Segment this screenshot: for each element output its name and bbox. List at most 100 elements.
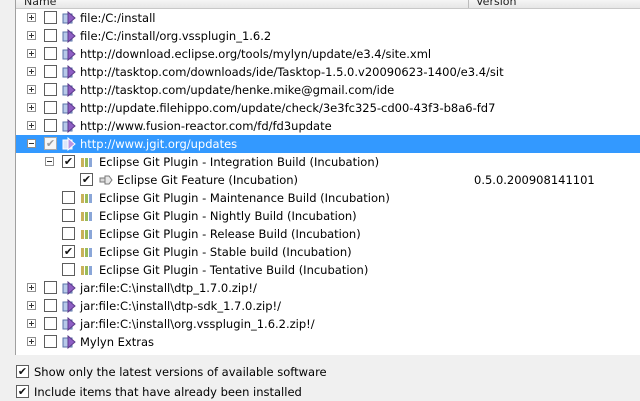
update-site-icon — [62, 101, 76, 115]
site-label: http://www.jgit.org/updates — [80, 137, 238, 151]
name-column-header[interactable]: Name — [24, 0, 56, 8]
site-checkbox[interactable] — [44, 65, 57, 78]
collapse-icon[interactable] — [45, 157, 54, 166]
site-label: jar:file:C:\install\org.vssplugin_1.6.2.… — [80, 317, 315, 331]
site-checkbox-greyed[interactable]: ✔ — [44, 137, 57, 150]
site-label: http://tasktop.com/update/henke.mike@gma… — [80, 83, 395, 97]
update-site-icon — [62, 137, 76, 151]
tree-row-site[interactable]: http://download.eclipse.org/tools/mylyn/… — [16, 45, 640, 63]
expand-icon[interactable] — [27, 283, 36, 292]
category-label: Eclipse Git Plugin - Nightly Build (Incu… — [99, 209, 357, 223]
update-site-icon — [62, 119, 76, 133]
category-icon — [81, 194, 92, 203]
expand-icon[interactable] — [27, 319, 36, 328]
available-software-tree[interactable]: Name Version file:/C:/install file:/C:/i… — [15, 0, 640, 355]
category-label: Eclipse Git Plugin - Tentative Build (In… — [99, 263, 369, 277]
update-site-icon — [62, 281, 76, 295]
update-site-icon — [62, 29, 76, 43]
tree-row-category[interactable]: ✔ Eclipse Git Plugin - Stable build (Inc… — [16, 243, 640, 261]
expand-icon[interactable] — [27, 337, 36, 346]
site-label: http://download.eclipse.org/tools/mylyn/… — [80, 47, 432, 61]
tree-row-site[interactable]: http://tasktop.com/downloads/ide/Tasktop… — [16, 63, 640, 81]
tree-row-site[interactable]: Mylyn Extras — [16, 333, 640, 351]
category-label: Eclipse Git Plugin - Release Build (Incu… — [99, 227, 361, 241]
site-label: Mylyn Extras — [80, 335, 155, 349]
tree-row-category[interactable]: Eclipse Git Plugin - Nightly Build (Incu… — [16, 207, 640, 225]
tree-rows: file:/C:/install file:/C:/install/org.vs… — [16, 9, 640, 351]
tree-row-feature[interactable]: ✔ Eclipse Git Feature (Incubation) 0.5.0… — [16, 171, 640, 189]
tree-row-site[interactable]: file:/C:/install — [16, 9, 640, 27]
show-latest-label: Show only the latest versions of availab… — [34, 365, 327, 379]
category-icon — [81, 212, 92, 221]
site-checkbox[interactable] — [44, 335, 57, 348]
tree-row-site[interactable]: http://tasktop.com/update/henke.mike@gma… — [16, 81, 640, 99]
show-latest-checkbox[interactable]: ✔ — [16, 365, 29, 378]
site-label: http://tasktop.com/downloads/ide/Tasktop… — [80, 65, 504, 79]
category-label: Eclipse Git Plugin - Integration Build (… — [99, 155, 380, 169]
update-site-icon — [62, 83, 76, 97]
category-checkbox[interactable]: ✔ — [62, 155, 75, 168]
site-checkbox[interactable] — [44, 11, 57, 24]
left-gutter — [0, 0, 15, 355]
expand-icon[interactable] — [27, 67, 36, 76]
expand-icon[interactable] — [27, 103, 36, 112]
site-checkbox[interactable] — [44, 317, 57, 330]
tree-row-site[interactable]: jar:file:C:\install\org.vssplugin_1.6.2.… — [16, 315, 640, 333]
category-icon — [81, 266, 92, 275]
expand-icon[interactable] — [27, 85, 36, 94]
expand-icon[interactable] — [27, 31, 36, 40]
expand-icon[interactable] — [27, 121, 36, 130]
update-site-icon — [62, 299, 76, 313]
expand-icon[interactable] — [27, 13, 36, 22]
update-site-icon — [62, 47, 76, 61]
site-checkbox[interactable] — [44, 101, 57, 114]
tree-row-site-selected[interactable]: ✔ http://www.jgit.org/updates — [16, 135, 640, 153]
expand-icon[interactable] — [27, 49, 36, 58]
tree-row-category[interactable]: Eclipse Git Plugin - Tentative Build (In… — [16, 261, 640, 279]
update-site-icon — [62, 11, 76, 25]
tree-row-site[interactable]: http://www.fusion-reactor.com/fd/fd3upda… — [16, 117, 640, 135]
site-label: jar:file:C:\install\dtp-sdk_1.7.0.zip!/ — [80, 299, 281, 313]
category-icon — [81, 158, 92, 167]
feature-plug-icon — [99, 175, 113, 185]
category-checkbox[interactable] — [62, 191, 75, 204]
include-installed-label: Include items that have already been ins… — [34, 385, 302, 399]
site-label: file:/C:/install/org.vssplugin_1.6.2 — [80, 29, 272, 43]
site-checkbox[interactable] — [44, 119, 57, 132]
site-checkbox[interactable] — [44, 83, 57, 96]
tree-row-category[interactable]: Eclipse Git Plugin - Maintenance Build (… — [16, 189, 640, 207]
site-checkbox[interactable] — [44, 299, 57, 312]
column-divider[interactable] — [468, 0, 469, 8]
expand-icon[interactable] — [27, 301, 36, 310]
site-checkbox[interactable] — [44, 29, 57, 42]
category-checkbox[interactable]: ✔ — [62, 245, 75, 258]
category-icon — [81, 248, 92, 257]
tree-row-site[interactable]: file:/C:/install/org.vssplugin_1.6.2 — [16, 27, 640, 45]
site-label: jar:file:C:\install\dtp_1.7.0.zip!/ — [80, 281, 257, 295]
tree-row-category[interactable]: Eclipse Git Plugin - Release Build (Incu… — [16, 225, 640, 243]
feature-label: Eclipse Git Feature (Incubation) — [117, 173, 299, 187]
category-label: Eclipse Git Plugin - Maintenance Build (… — [99, 191, 390, 205]
site-checkbox[interactable] — [44, 47, 57, 60]
update-site-icon — [62, 65, 76, 79]
feature-version: 0.5.0.200908141101 — [474, 173, 595, 187]
update-site-icon — [62, 317, 76, 331]
site-label: http://www.fusion-reactor.com/fd/fd3upda… — [80, 119, 332, 133]
update-site-icon — [62, 335, 76, 349]
category-checkbox[interactable] — [62, 227, 75, 240]
tree-row-site[interactable]: jar:file:C:\install\dtp-sdk_1.7.0.zip!/ — [16, 297, 640, 315]
category-label: Eclipse Git Plugin - Stable build (Incub… — [99, 245, 352, 259]
include-installed-checkbox[interactable]: ✔ — [16, 385, 29, 398]
feature-checkbox[interactable]: ✔ — [80, 173, 93, 186]
collapse-icon[interactable] — [27, 139, 36, 148]
site-label: file:/C:/install — [80, 11, 156, 25]
category-checkbox[interactable] — [62, 263, 75, 276]
version-column-header[interactable]: Version — [476, 0, 516, 8]
site-checkbox[interactable] — [44, 281, 57, 294]
category-icon — [81, 230, 92, 239]
site-label: http://update.filehippo.com/update/check… — [80, 101, 496, 115]
tree-row-category[interactable]: ✔ Eclipse Git Plugin - Integration Build… — [16, 153, 640, 171]
tree-row-site[interactable]: http://update.filehippo.com/update/check… — [16, 99, 640, 117]
tree-row-site[interactable]: jar:file:C:\install\dtp_1.7.0.zip!/ — [16, 279, 640, 297]
category-checkbox[interactable] — [62, 209, 75, 222]
